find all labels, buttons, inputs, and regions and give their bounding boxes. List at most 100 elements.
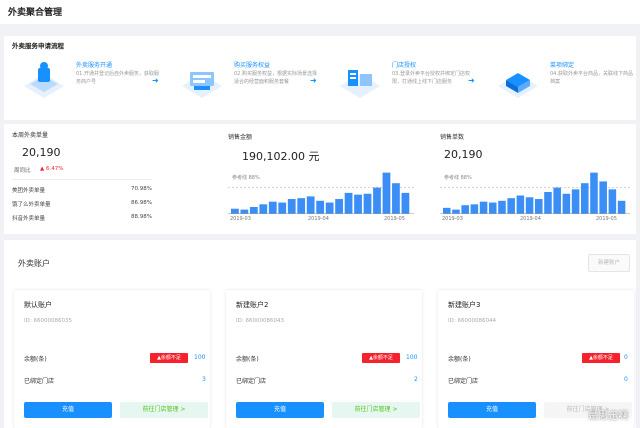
- bar: [461, 205, 469, 214]
- insufficient-text: 余额不足: [592, 355, 613, 361]
- bound-stores-label: 已绑定门店: [236, 378, 267, 385]
- ratio-eleme: 饿了么外卖单量 86.98%: [12, 200, 152, 208]
- ratio-label: 美团外卖单量: [12, 188, 46, 194]
- insufficient-text: 余额不足: [160, 355, 181, 361]
- wow-label: 周同比: [14, 168, 31, 174]
- account-name: 新建账户3: [448, 301, 481, 309]
- bound-stores-value: 0: [624, 376, 628, 383]
- bound-stores-label: 已绑定门店: [448, 378, 479, 385]
- go-to-store-management-button[interactable]: 前往门店管理 >: [332, 402, 420, 418]
- step-3-desc: 03.登录外卖平台授权并绑定门店权限，打通线上线下门店服务: [392, 71, 470, 85]
- insufficient-badge: ▲余额不足: [362, 353, 400, 363]
- arrow-right-icon: ➜: [310, 76, 317, 85]
- bar: [599, 181, 607, 214]
- bound-stores-value: 3: [202, 376, 206, 383]
- balance-label: 余额(条): [24, 356, 47, 363]
- store-auth-illustration-icon: [340, 70, 380, 98]
- sales-orders-value: 20,190: [444, 148, 483, 161]
- new-account-button[interactable]: 新建账户: [588, 254, 630, 272]
- step-4-desc: 04.获取外卖平台商品，关联线下商品档案: [550, 71, 633, 85]
- charge-button[interactable]: 充值: [236, 402, 324, 418]
- step-1: 外卖服务开通 01.开通并登记后自外卖服务，获取服务商户号 ➜: [12, 56, 162, 116]
- step-3-title: 门店授权: [392, 62, 417, 69]
- stats-row: 本周外卖单量 20,190 周同比 ▲ 6.47% 美团外卖单量 70.98% …: [4, 124, 636, 234]
- account-id: ID: 66000086044: [448, 318, 496, 324]
- divider: [12, 179, 152, 180]
- charge-button[interactable]: 充值: [24, 402, 112, 418]
- wow-value: ▲ 6.47%: [40, 166, 64, 172]
- bar: [498, 200, 506, 214]
- bar: [325, 202, 334, 214]
- bar: [278, 202, 287, 214]
- step-3: 门店授权 03.登录外卖平台授权并绑定门店权限，打通线上线下门店服务 ➜: [328, 56, 478, 116]
- bar: [489, 202, 497, 214]
- weekly-orders-label: 本周外卖单量: [12, 132, 49, 139]
- bar: [544, 192, 552, 214]
- bar: [392, 183, 400, 214]
- bar: [516, 195, 525, 214]
- tick-label: 2019-04: [520, 216, 541, 222]
- service-process-card: 外卖服务申请流程 外卖服务开通 01.开通并登记后自外卖服务，获取服务商户号 ➜…: [4, 36, 636, 120]
- watermark: 是思迅啊: [588, 411, 628, 422]
- tick-label: 2019-05: [596, 216, 617, 222]
- bar: [306, 196, 315, 214]
- bar: [287, 199, 296, 214]
- ratio-label: 抖音外卖单量: [12, 216, 46, 222]
- bar: [382, 172, 391, 214]
- bar: [268, 201, 277, 214]
- bar: [373, 187, 381, 214]
- sales-orders-label: 销售单数: [440, 134, 465, 141]
- account-card: 新建账户2 ID: 66000086043 余额(条) ▲余额不足 100 已绑…: [226, 290, 422, 428]
- dish-binding-illustration-icon: [498, 73, 538, 98]
- ratio-value: 88.98%: [131, 214, 152, 220]
- step-1-title: 外卖服务开通: [76, 62, 113, 69]
- balance-label: 余额(条): [448, 356, 471, 363]
- ratio-douyin: 抖音外卖单量 88.98%: [12, 214, 152, 222]
- weekly-orders-value: 20,190: [22, 146, 61, 159]
- bar: [259, 204, 268, 214]
- bar: [553, 187, 561, 214]
- step-1-desc: 01.开通并登记后自外卖服务，获取服务商户号: [76, 71, 159, 85]
- accounts-panel: 外卖账户 新建账户 默认账户 ID: 66000086035 余额(条) ▲余额…: [4, 240, 636, 428]
- balance-value: 0: [624, 354, 628, 361]
- ratio-meituan: 美团外卖单量 70.98%: [12, 186, 152, 194]
- sales-bar-chart: [228, 172, 414, 214]
- bar: [335, 199, 343, 214]
- tick-label: 2019-04: [308, 216, 329, 222]
- insufficient-text: 余额不足: [372, 355, 393, 361]
- orders-bar-chart: [440, 172, 630, 214]
- bar: [443, 207, 451, 214]
- ratio-label: 饿了么外卖单量: [12, 202, 51, 208]
- tick-label: 2019-05: [384, 216, 405, 222]
- account-card: 默认账户 ID: 66000086035 余额(条) ▲余额不足 100 已绑定…: [14, 290, 210, 428]
- account-name: 新建账户2: [236, 301, 269, 309]
- step-2: 购买服务权益 02.购买服务权益，根据实际场景选择适合的经营面积服务套餐 ➜: [170, 56, 320, 116]
- bar: [249, 206, 258, 214]
- arrow-right-icon: ➜: [468, 76, 475, 85]
- bar: [571, 189, 580, 214]
- step-4: 菜项绑定 04.获取外卖平台商品，关联线下商品档案: [486, 56, 636, 116]
- bar: [363, 193, 372, 214]
- bound-stores-label: 已绑定门店: [24, 378, 55, 385]
- ratio-value: 86.98%: [131, 200, 152, 206]
- balance-label: 余额(条): [236, 356, 259, 363]
- go-to-store-management-button[interactable]: 前往门店管理 >: [120, 402, 208, 418]
- bar: [617, 200, 626, 214]
- insufficient-badge: ▲余额不足: [582, 353, 620, 363]
- bar: [608, 189, 617, 214]
- process-title: 外卖服务申请流程: [12, 42, 64, 50]
- step-2-title: 购买服务权益: [234, 62, 271, 69]
- bar: [401, 192, 410, 214]
- page-title: 外卖聚合管理: [0, 0, 640, 24]
- account-id: ID: 66000086035: [24, 318, 72, 324]
- sales-amount-label: 销售金额: [228, 134, 253, 141]
- bar: [581, 183, 589, 214]
- bar: [535, 199, 543, 214]
- bar: [479, 201, 488, 214]
- charge-button[interactable]: 充值: [448, 402, 536, 418]
- purchase-illustration-icon: [182, 72, 222, 98]
- bar: [507, 198, 515, 214]
- bar: [590, 172, 598, 214]
- step-4-title: 菜项绑定: [550, 62, 575, 69]
- bar: [525, 197, 534, 214]
